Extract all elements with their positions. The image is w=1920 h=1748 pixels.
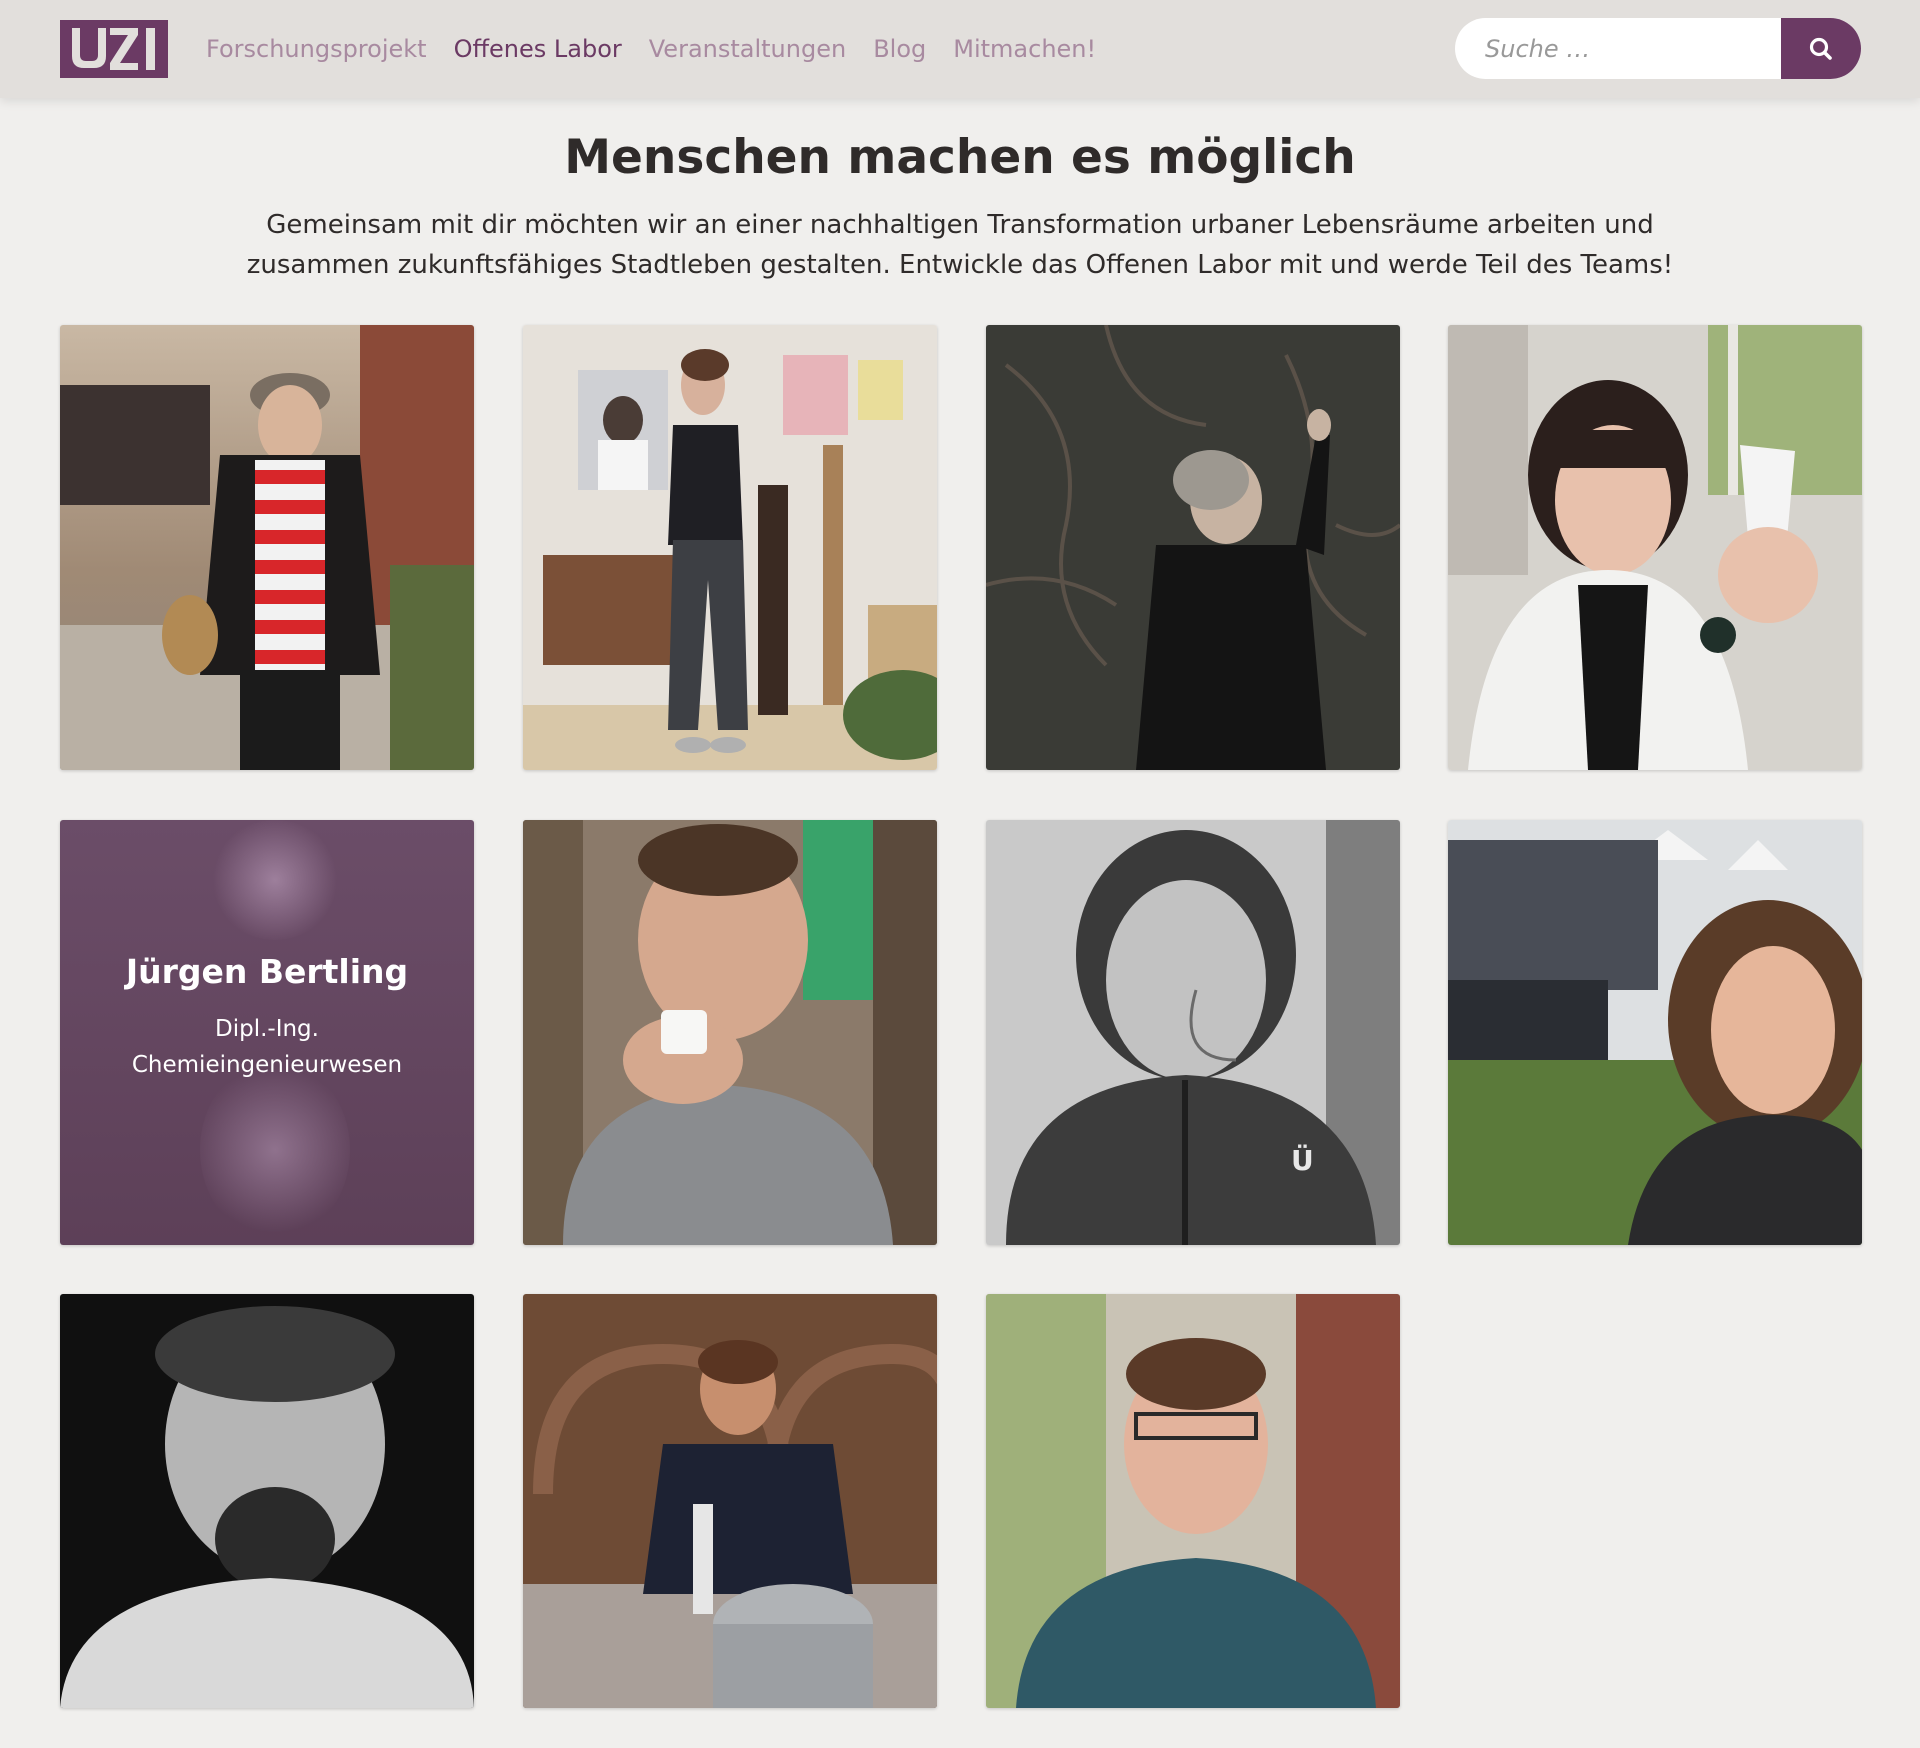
member-name: Jürgen Bertling — [125, 952, 409, 991]
person-photo — [1448, 820, 1862, 1245]
team-member-photo[interactable] — [523, 325, 937, 770]
person-photo — [523, 820, 937, 1245]
member-role: Chemieingenieurwesen — [131, 1052, 403, 1078]
team-member-photo[interactable] — [1448, 820, 1862, 1245]
person-photo — [523, 1294, 937, 1708]
nav-blog[interactable]: Blog — [873, 30, 926, 68]
team-member-photo[interactable] — [60, 1294, 474, 1708]
team-member-photo[interactable] — [986, 1294, 1400, 1708]
svg-text:Ü: Ü — [1291, 1143, 1314, 1177]
person-photo — [60, 1294, 474, 1708]
person-photo — [986, 1294, 1400, 1708]
nav-offenes-labor[interactable]: Offenes Labor — [454, 30, 622, 68]
team-member-photo[interactable] — [986, 325, 1400, 770]
nav-forschungsprojekt[interactable]: Forschungsprojekt — [206, 30, 427, 68]
member-role: Dipl.-Ing. — [215, 1016, 319, 1042]
person-photo — [1448, 325, 1862, 770]
logo-icon — [60, 20, 168, 78]
search-icon — [1809, 37, 1832, 60]
team-member-photo[interactable] — [60, 325, 474, 770]
nav-veranstaltungen[interactable]: Veranstaltungen — [649, 30, 846, 68]
hover-overlay-glow — [200, 1060, 350, 1240]
team-member-photo[interactable]: Ü — [986, 820, 1400, 1245]
team-member-photo[interactable] — [1448, 325, 1862, 770]
person-photo — [60, 325, 474, 770]
team-member-card-hover[interactable]: Jürgen Bertling Dipl.-Ing. Chemieingenie… — [60, 820, 474, 1245]
search-box — [1455, 18, 1861, 79]
hover-overlay-glow — [210, 820, 340, 940]
person-photo — [523, 325, 937, 770]
site-logo[interactable] — [60, 20, 168, 78]
nav-mitmachen[interactable]: Mitmachen! — [953, 30, 1096, 68]
intro-text: Gemeinsam mit dir möchten wir an einer n… — [246, 210, 1674, 280]
site-header: Forschungsprojekt Offenes Labor Veransta… — [0, 0, 1920, 98]
team-member-photo[interactable] — [523, 820, 937, 1245]
team-member-photo[interactable] — [523, 1294, 937, 1708]
search-input[interactable] — [1455, 18, 1781, 79]
search-button[interactable] — [1781, 18, 1861, 79]
page-title: Menschen machen es möglich — [564, 130, 1356, 185]
member-info: Jürgen Bertling Dipl.-Ing. Chemieingenie… — [60, 952, 474, 1083]
person-photo: Ü — [986, 820, 1400, 1245]
main-nav: Forschungsprojekt Offenes Labor Veransta… — [206, 30, 1096, 68]
person-photo — [986, 325, 1400, 770]
